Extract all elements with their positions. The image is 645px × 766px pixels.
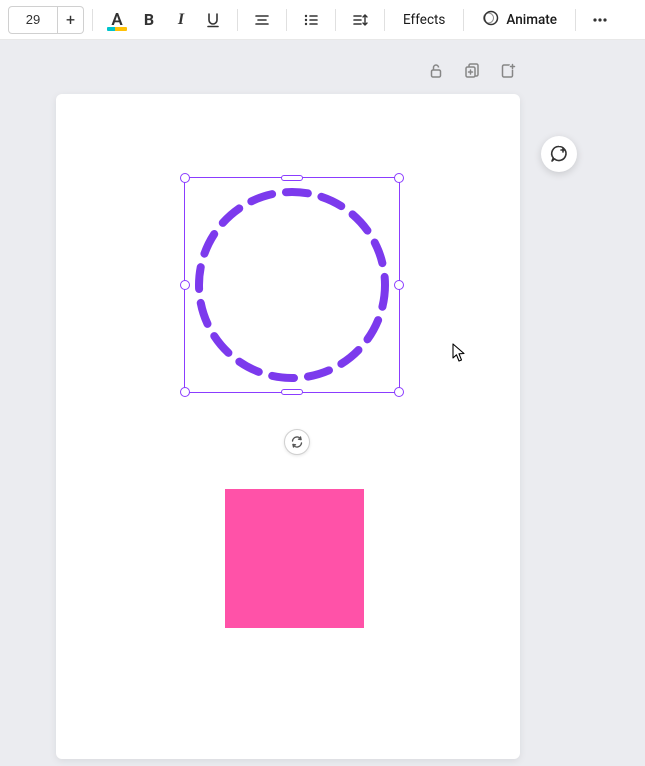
- resize-handle-tl[interactable]: [180, 173, 190, 183]
- rotate-icon: [290, 435, 304, 449]
- font-size-group: +: [8, 6, 84, 34]
- resize-handle-mr[interactable]: [394, 280, 404, 290]
- add-comment-button[interactable]: [541, 136, 577, 172]
- divider: [92, 9, 93, 31]
- divider: [575, 9, 576, 31]
- design-canvas[interactable]: [56, 94, 520, 759]
- lock-icon: [427, 62, 445, 80]
- font-size-input[interactable]: [8, 6, 58, 34]
- divider: [463, 9, 464, 31]
- more-icon: [591, 11, 609, 29]
- list-button[interactable]: [295, 4, 327, 36]
- resize-handle-tr[interactable]: [394, 173, 404, 183]
- pink-square-shape[interactable]: [225, 489, 364, 628]
- canvas-area[interactable]: [0, 40, 645, 766]
- resize-handle-top[interactable]: [281, 175, 303, 181]
- page-actions: [427, 62, 517, 80]
- resize-handle-ml[interactable]: [180, 280, 190, 290]
- add-page-button[interactable]: [499, 62, 517, 80]
- resize-handle-bottom[interactable]: [281, 389, 303, 395]
- duplicate-icon: [463, 62, 481, 80]
- italic-button[interactable]: I: [165, 4, 197, 36]
- rotate-handle[interactable]: [284, 429, 310, 455]
- comment-add-icon: [549, 144, 569, 164]
- text-color-swatch: [107, 27, 127, 31]
- add-page-icon: [499, 62, 517, 80]
- duplicate-page-button[interactable]: [463, 62, 481, 80]
- resize-handle-bl[interactable]: [180, 387, 190, 397]
- underline-button[interactable]: [197, 4, 229, 36]
- effects-button[interactable]: Effects: [393, 4, 455, 36]
- resize-handle-br[interactable]: [394, 387, 404, 397]
- spacing-icon: [351, 11, 369, 29]
- align-button[interactable]: [246, 4, 278, 36]
- animate-icon: [482, 9, 500, 31]
- lock-button[interactable]: [427, 62, 445, 80]
- animate-button[interactable]: Animate: [472, 4, 567, 36]
- underline-icon: [204, 11, 222, 29]
- align-icon: [253, 11, 271, 29]
- selection-box: [184, 177, 400, 393]
- spacing-button[interactable]: [344, 4, 376, 36]
- list-icon: [302, 11, 320, 29]
- divider: [237, 9, 238, 31]
- divider: [384, 9, 385, 31]
- divider: [335, 9, 336, 31]
- toolbar: + A B I: [0, 0, 645, 40]
- more-button[interactable]: [584, 4, 616, 36]
- effects-label: Effects: [403, 12, 445, 28]
- divider: [286, 9, 287, 31]
- font-size-increase-button[interactable]: +: [58, 6, 84, 34]
- animate-label: Animate: [506, 12, 557, 28]
- text-color-button[interactable]: A: [101, 4, 133, 36]
- bold-button[interactable]: B: [133, 4, 165, 36]
